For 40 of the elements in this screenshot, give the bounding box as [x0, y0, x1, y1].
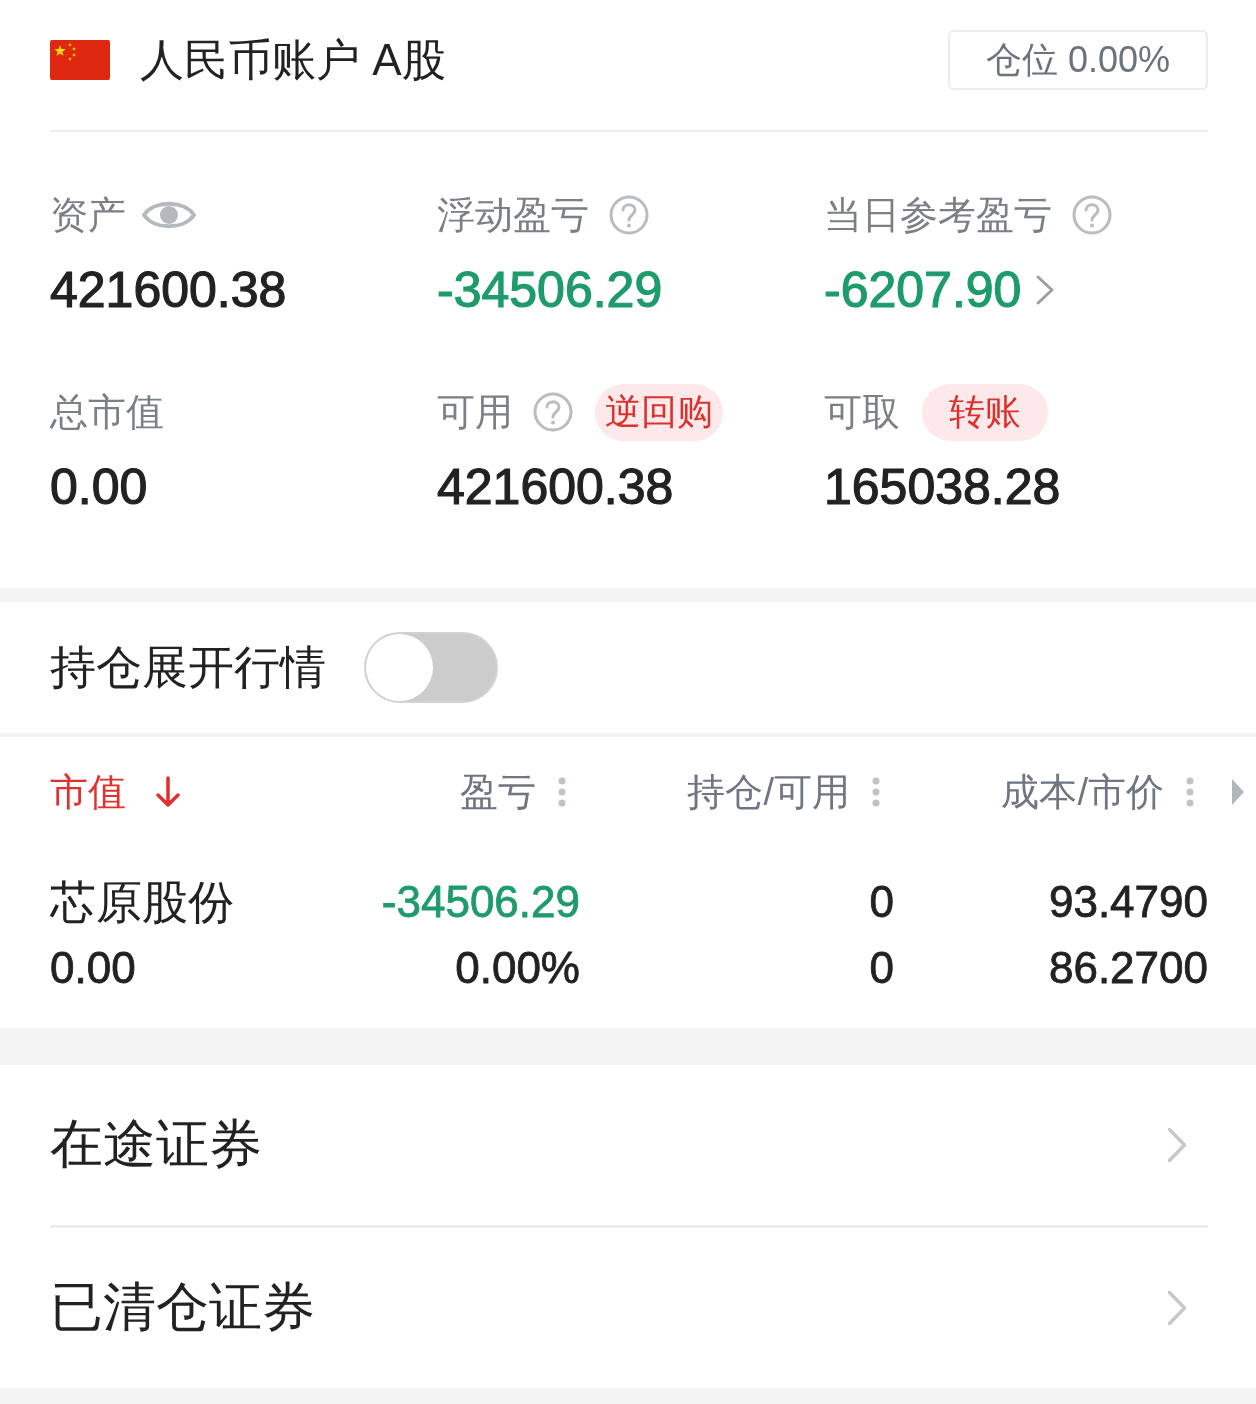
stat-label: 可取 — [824, 389, 900, 435]
stat-value: 421600.38 — [50, 261, 287, 320]
stat-value: 0.00 — [50, 458, 148, 517]
column-header[interactable]: 成本/市价 — [1001, 766, 1194, 818]
table-cell-text: 0 — [869, 942, 894, 994]
table-cell-text: 0.00 — [50, 942, 136, 994]
stat-label: 浮动盈亏 — [437, 192, 589, 238]
position-button[interactable]: 仓位 0.00% — [948, 30, 1208, 90]
account-title: 人民币账户 A股 — [140, 33, 446, 86]
stat-label: 当日参考盈亏 — [824, 192, 1052, 238]
table-cell-text: 0 — [869, 876, 894, 928]
action-button[interactable]: 转账 — [922, 383, 1048, 441]
down-arrow-icon — [156, 776, 180, 808]
table-cell-text: -34506.29 — [381, 876, 580, 928]
stat-label: 总市值 — [50, 389, 164, 435]
table-cell-text: 93.4790 — [1048, 876, 1208, 928]
vertical-dots-icon[interactable] — [872, 777, 880, 807]
table-cell-text: 芯原股份 — [50, 875, 234, 930]
stat-value: -34506.29 — [437, 261, 663, 320]
help-icon[interactable] — [1072, 195, 1112, 235]
vertical-dots-icon[interactable] — [1186, 777, 1194, 807]
stat-label: 资产 — [50, 192, 126, 238]
toggle-label: 持仓展开行情 — [50, 639, 326, 695]
column-header[interactable]: 盈亏 — [460, 766, 566, 818]
help-icon[interactable] — [609, 195, 649, 235]
table-cell-text: 0.00% — [455, 942, 580, 994]
stat-value: 165038.28 — [824, 458, 1061, 517]
column-header[interactable]: 持仓/可用 — [687, 766, 880, 818]
help-icon[interactable] — [533, 392, 573, 432]
column-header[interactable]: 市值 — [50, 766, 180, 818]
right-triangle-icon[interactable] — [1232, 779, 1244, 805]
vertical-dots-icon[interactable] — [558, 777, 566, 807]
action-button[interactable]: 逆回购 — [595, 383, 723, 441]
flag-icon — [50, 40, 110, 80]
stat-label: 可用 — [437, 389, 513, 435]
chevron-icon — [1166, 1289, 1188, 1327]
table-cell-text: 86.2700 — [1048, 942, 1208, 994]
stat-value: -6207.90 — [824, 261, 1022, 320]
stat-value: 421600.38 — [437, 458, 674, 517]
chevron-icon — [1166, 1126, 1188, 1164]
